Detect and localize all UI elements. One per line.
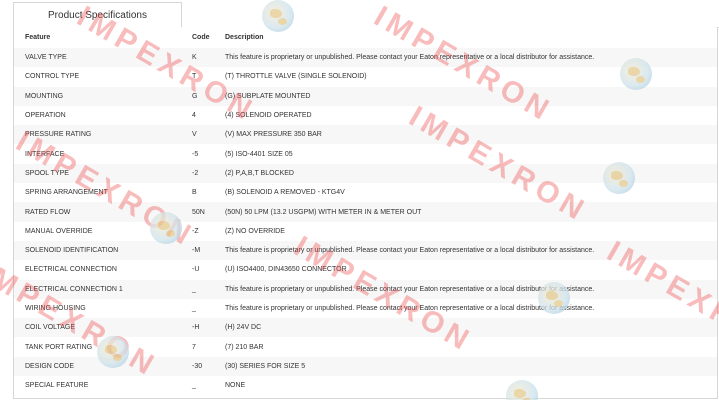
cell-feature: VALVE TYPE (14, 48, 191, 68)
cell-code: B (191, 183, 225, 203)
cell-description: This feature is proprietary or unpublish… (225, 48, 717, 68)
cell-description: (5) ISO-4401 SIZE 05 (225, 144, 717, 164)
cell-code: 7 (191, 337, 225, 357)
column-header-code: Code (191, 27, 225, 48)
table-row: SPOOL TYPE -2 (2) P,A,B,T BLOCKED (14, 163, 717, 184)
cell-code: -U (191, 260, 225, 280)
cell-code: 4 (191, 105, 225, 126)
cell-feature: RATED FLOW (14, 202, 191, 222)
table-row: ELECTRICAL CONNECTION 1 _ This feature is … (14, 279, 717, 299)
table-row: COIL VOLTAGE -H (H) 24V DC (14, 318, 717, 338)
tab-bar: Product Specifications (0, 0, 719, 29)
cell-feature: COIL VOLTAGE (14, 318, 191, 338)
cell-feature: ELECTRICAL CONNECTION (14, 260, 191, 280)
table-header-row: Feature Code Description (14, 27, 717, 48)
table-row: SOLENOID IDENTIFICATION -M This feature is… (14, 240, 717, 261)
cell-code: _ (191, 376, 225, 396)
cell-feature: INTERFACE (14, 144, 191, 164)
cell-feature: PRESSURE RATING (14, 125, 191, 145)
cell-code: -5 (191, 144, 225, 164)
cell-description: (Z) NO OVERRIDE (225, 221, 717, 241)
table-row: SPECIAL FEATURE _ NONE (14, 376, 717, 396)
cell-code: K (191, 48, 225, 68)
table-row: OPERATION 4 (4) SOLENOID OPERATED (14, 105, 717, 126)
cell-description: This feature is proprietary or unpublish… (225, 279, 717, 299)
cell-feature: CONTROL TYPE (14, 67, 191, 87)
cell-feature: DESIGN CODE (14, 356, 191, 377)
cell-description: This feature is proprietary or unpublish… (225, 298, 717, 319)
table-row: VALVE TYPE K This feature is proprietary o… (14, 48, 717, 68)
cell-description: (4) SOLENOID OPERATED (225, 105, 717, 126)
table-row: ELECTRICAL CONNECTION -U (U) ISO4400, DIN4… (14, 260, 717, 280)
column-header-feature: Feature (14, 27, 191, 48)
specifications-table: Feature Code Description VALVE TYPE K This… (14, 27, 717, 396)
cell-feature: TANK PORT RATING (14, 337, 191, 357)
cell-description: (2) P,A,B,T BLOCKED (225, 163, 717, 184)
cell-description: (30) SERIES FOR SIZE 5 (225, 356, 717, 377)
table-row: TANK PORT RATING 7 (7) 210 BAR (14, 337, 717, 357)
cell-feature: MOUNTING (14, 86, 191, 106)
cell-description: This feature is proprietary or unpublish… (225, 240, 717, 261)
cell-code: V (191, 125, 225, 145)
table-row: PRESSURE RATING V (V) MAX PRESSURE 350 BAR (14, 125, 717, 145)
cell-description: (T) THROTTLE VALVE (SINGLE SOLENOID) (225, 67, 717, 87)
table-body: VALVE TYPE K This feature is proprietary o… (14, 48, 717, 396)
cell-description: (V) MAX PRESSURE 350 BAR (225, 125, 717, 145)
cell-description: (7) 210 BAR (225, 337, 717, 357)
cell-code: T (191, 67, 225, 87)
cell-description: (H) 24V DC (225, 318, 717, 338)
cell-code: -30 (191, 356, 225, 377)
cell-feature: MANUAL OVERRIDE (14, 221, 191, 241)
tab-product-specifications[interactable]: Product Specifications (13, 2, 182, 28)
cell-description: (G) SUBPLATE MOUNTED (225, 86, 717, 106)
cell-code: 50N (191, 202, 225, 222)
cell-code: -M (191, 240, 225, 261)
specifications-panel: Feature Code Description VALVE TYPE K This… (13, 27, 718, 399)
table-row: MOUNTING G (G) SUBPLATE MOUNTED (14, 86, 717, 106)
cell-feature: OPERATION (14, 105, 191, 126)
table-row: RATED FLOW 50N (50N) 50 LPM (13.2 USGPM) W… (14, 202, 717, 222)
table-row: DESIGN CODE -30 (30) SERIES FOR SIZE 5 (14, 356, 717, 377)
cell-feature: ELECTRICAL CONNECTION 1 (14, 279, 191, 299)
table-row: CONTROL TYPE T (T) THROTTLE VALVE (SINGLE … (14, 67, 717, 87)
table-row: SPRING ARRANGEMENT B (B) SOLENOID A REMOVE… (14, 183, 717, 203)
table-row: MANUAL OVERRIDE -Z (Z) NO OVERRIDE (14, 221, 717, 241)
cell-description: NONE (225, 376, 717, 396)
cell-feature: SPECIAL FEATURE (14, 376, 191, 396)
cell-feature: SOLENOID IDENTIFICATION (14, 240, 191, 261)
cell-description: (B) SOLENOID A REMOVED - KTG4V (225, 183, 717, 203)
table-row: INTERFACE -5 (5) ISO-4401 SIZE 05 (14, 144, 717, 164)
cell-feature: SPOOL TYPE (14, 163, 191, 184)
cell-description: (U) ISO4400, DIN43650 CONNECTOR (225, 260, 717, 280)
cell-code: -Z (191, 221, 225, 241)
cell-code: _ (191, 298, 225, 319)
cell-code: _ (191, 279, 225, 299)
cell-feature: SPRING ARRANGEMENT (14, 183, 191, 203)
column-header-description: Description (225, 27, 717, 48)
cell-description: (50N) 50 LPM (13.2 USGPM) WITH METER IN … (225, 202, 717, 222)
cell-feature: WIRING HOUSING (14, 298, 191, 319)
cell-code: -2 (191, 163, 225, 184)
cell-code: G (191, 86, 225, 106)
cell-code: -H (191, 318, 225, 338)
table-row: WIRING HOUSING _ This feature is proprieta… (14, 298, 717, 319)
